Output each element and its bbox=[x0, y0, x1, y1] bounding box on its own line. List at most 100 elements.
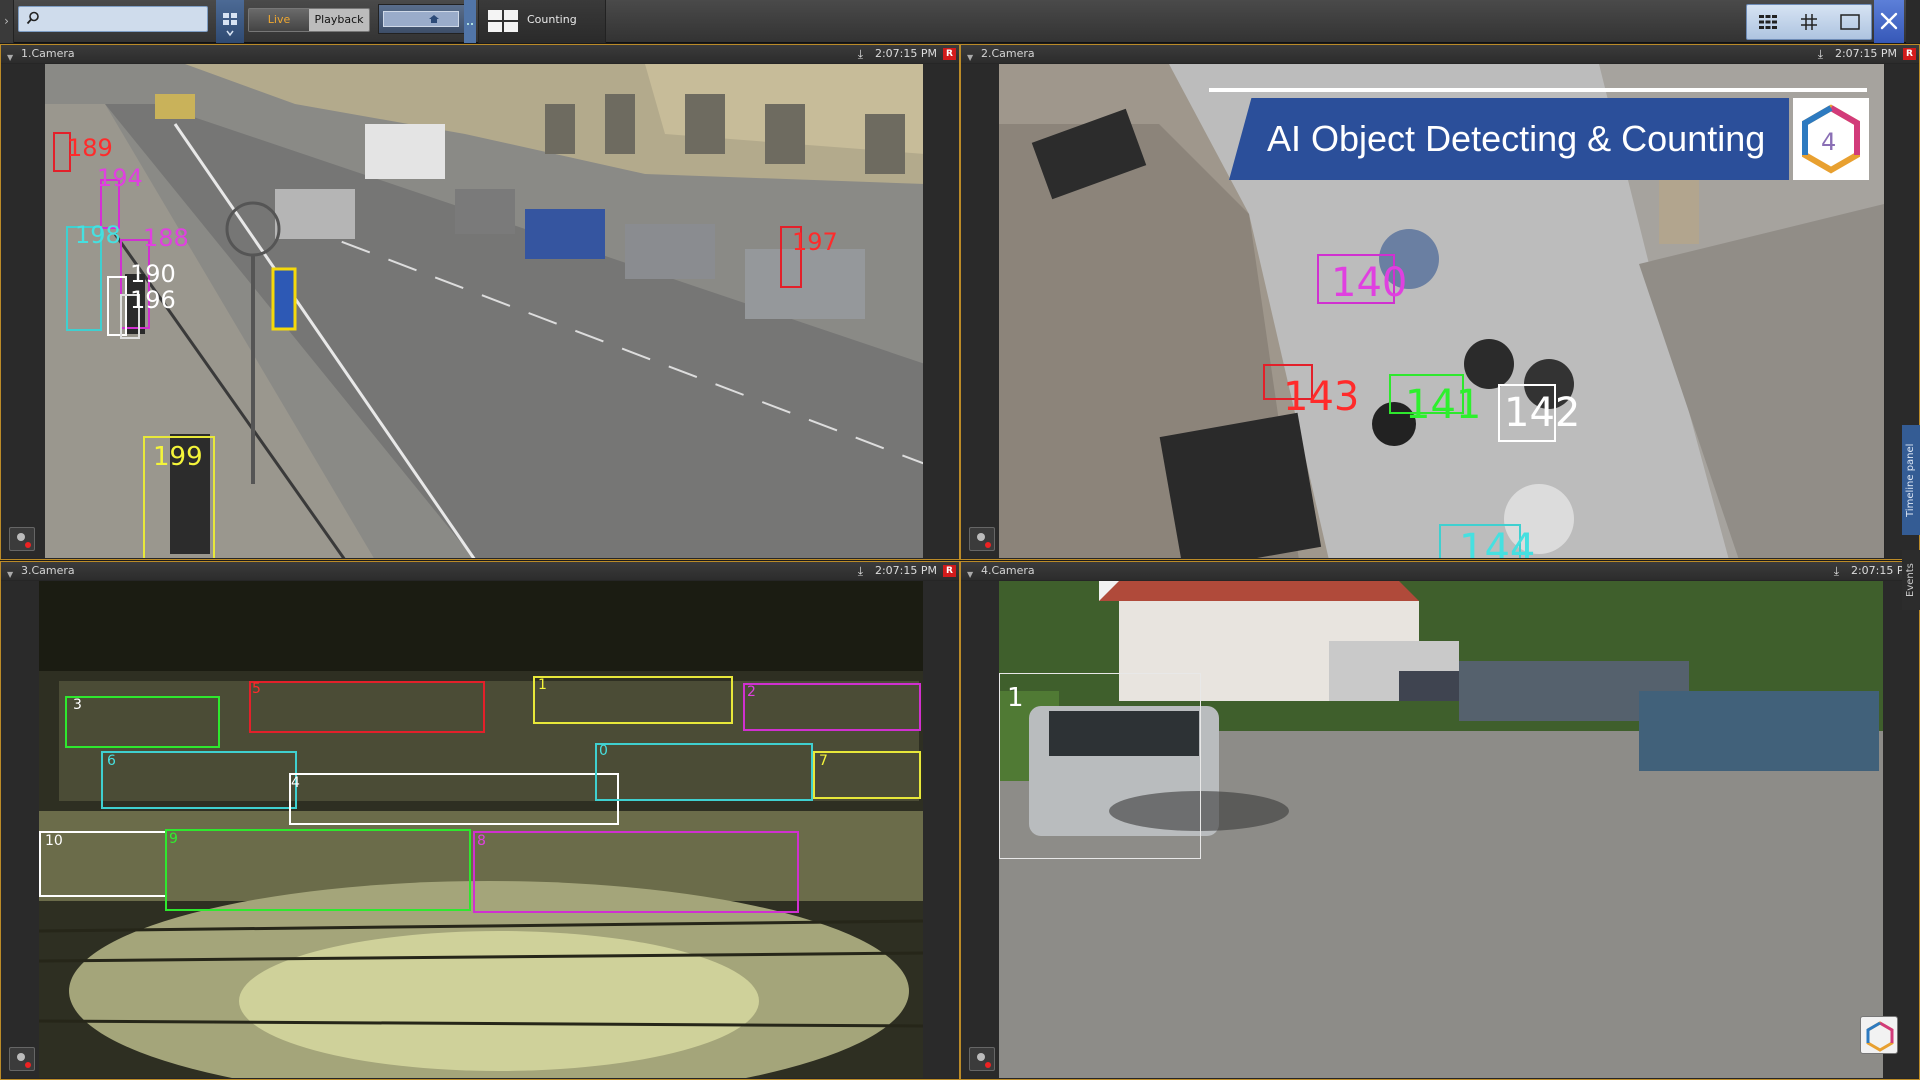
four-pane-layout-icon bbox=[488, 10, 518, 32]
wagon-box-0[interactable] bbox=[595, 743, 813, 801]
camera-video-feed[interactable]: 3 5 1 2 6 4 0 7 10 9 8 bbox=[39, 581, 924, 1078]
wagon-box-2[interactable] bbox=[743, 683, 921, 731]
timeline-panel-tab[interactable]: Timeline panel bbox=[1902, 425, 1920, 535]
layout-tab-label: Counting bbox=[527, 13, 577, 26]
events-panel-tab[interactable]: Events bbox=[1902, 550, 1920, 610]
hexagon-logo-icon: 4 bbox=[1802, 104, 1860, 174]
track-label: 189 bbox=[67, 134, 113, 162]
vehicle-track-box[interactable] bbox=[999, 673, 1201, 859]
wagon-box-1[interactable] bbox=[533, 676, 733, 724]
view-tools-group bbox=[1746, 4, 1872, 40]
download-arrow-icon[interactable]: ⤓ bbox=[1834, 562, 1839, 580]
wagon-label: 4 bbox=[291, 775, 300, 791]
camera-side-strip bbox=[1883, 581, 1919, 1078]
wagon-label: 9 bbox=[169, 831, 178, 847]
camera-tile-1[interactable]: ▼ 1.Camera ⤓ 2:07:15 PM R 189 194 198 18… bbox=[0, 44, 960, 560]
download-arrow-icon[interactable]: ⤓ bbox=[858, 45, 863, 63]
wagon-box-7[interactable] bbox=[813, 751, 921, 799]
layout-tab-counting[interactable]: Counting bbox=[478, 0, 606, 43]
wagon-label: 3 bbox=[73, 697, 82, 713]
camera-rec-icon bbox=[17, 533, 31, 548]
recording-indicator: R bbox=[943, 565, 956, 577]
main-toolbar: › Live Playback Counting bbox=[0, 0, 1920, 43]
home-icon bbox=[429, 15, 439, 23]
camera-tile-4[interactable]: ▼ 4.Camera ⤓ 2:07:15 PM 1 bbox=[960, 561, 1920, 1080]
wagon-box-6[interactable] bbox=[101, 751, 297, 809]
mode-switch: Live Playback bbox=[248, 8, 370, 32]
camera-time: 2:07:15 PM bbox=[1834, 47, 1897, 60]
video-banner bbox=[1209, 88, 1867, 92]
search-icon bbox=[26, 11, 39, 25]
camera-tile-header: ▼ 2.Camera ⤓ 2:07:15 PM R bbox=[961, 45, 1919, 63]
wagon-label: 5 bbox=[252, 681, 261, 697]
live-mode-button[interactable]: Live bbox=[249, 9, 309, 31]
camera-snapshot-button[interactable] bbox=[9, 527, 35, 551]
camera-name: 4.Camera bbox=[981, 564, 1035, 577]
camera-tile-header: ▼ 1.Camera ⤓ 2:07:15 PM R bbox=[1, 45, 959, 63]
camera-video-feed[interactable]: 189 194 198 188 190 196 197 199 bbox=[45, 64, 925, 558]
toolbar-separator bbox=[464, 0, 476, 43]
search-box[interactable] bbox=[18, 6, 208, 32]
camera-video-feed[interactable]: 1 bbox=[999, 581, 1884, 1078]
track-label: 199 bbox=[153, 442, 203, 472]
download-arrow-icon[interactable]: ⤓ bbox=[1818, 45, 1823, 63]
camera-name: 3.Camera bbox=[21, 564, 75, 577]
settings-tools-button[interactable] bbox=[1874, 0, 1904, 43]
camera-time: 2:07:15 PM bbox=[874, 47, 937, 60]
camera-side-strip bbox=[961, 64, 999, 558]
layout-preview-button[interactable] bbox=[378, 4, 468, 34]
camera-tile-2[interactable]: ▼ 2.Camera ⤓ 2:07:15 PM R AI Object Dete… bbox=[960, 44, 1920, 560]
search-input[interactable] bbox=[45, 10, 203, 28]
camera-snapshot-button[interactable] bbox=[969, 527, 995, 551]
camera-time: 2:07:15 PM bbox=[874, 564, 937, 577]
track-label: 142 bbox=[1504, 390, 1581, 436]
expand-panel-button[interactable]: › bbox=[0, 0, 14, 43]
wagon-box-9[interactable] bbox=[165, 829, 471, 911]
window-icon bbox=[1840, 14, 1861, 30]
camera-snapshot-button[interactable] bbox=[969, 1047, 995, 1071]
app-logo bbox=[1860, 1016, 1898, 1054]
camera-side-strip bbox=[923, 64, 959, 558]
hash-icon bbox=[1800, 14, 1817, 30]
fullscreen-button[interactable] bbox=[1836, 10, 1864, 34]
wagon-label: 10 bbox=[45, 833, 63, 849]
hash-grid-button[interactable] bbox=[1795, 10, 1823, 34]
camera-side-strip bbox=[961, 581, 999, 1078]
download-arrow-icon[interactable]: ⤓ bbox=[858, 562, 863, 580]
track-label: 143 bbox=[1283, 374, 1360, 420]
track-label: 197 bbox=[792, 228, 838, 256]
camera-tile-header: ▼ 3.Camera ⤓ 2:07:15 PM R bbox=[1, 562, 959, 580]
camera-grid-button[interactable] bbox=[216, 0, 244, 43]
track-label: 190 bbox=[130, 260, 176, 288]
track-label: 188 bbox=[143, 224, 189, 252]
camera-side-strip bbox=[1, 581, 39, 1078]
track-label: 144 bbox=[1459, 526, 1536, 558]
recording-indicator: R bbox=[943, 48, 956, 60]
tools-icon bbox=[1880, 12, 1898, 30]
camera-name: 1.Camera bbox=[21, 47, 75, 60]
camera-name: 2.Camera bbox=[981, 47, 1035, 60]
camera-tile-3[interactable]: ▼ 3.Camera ⤓ 2:07:15 PM R 3 5 1 2 6 4 0 … bbox=[0, 561, 960, 1080]
wagon-label: 1 bbox=[538, 677, 547, 693]
playback-mode-button[interactable]: Playback bbox=[309, 9, 369, 31]
wagon-label: 6 bbox=[107, 753, 116, 769]
wagon-box-4[interactable] bbox=[289, 773, 619, 825]
wagon-box-8[interactable] bbox=[473, 831, 799, 913]
svg-text:4: 4 bbox=[1821, 128, 1836, 156]
camera-snapshot-button[interactable] bbox=[9, 1047, 35, 1071]
wagon-label: 7 bbox=[819, 753, 828, 769]
camera-rec-icon bbox=[977, 533, 991, 548]
grid-view-button[interactable] bbox=[1754, 10, 1782, 34]
track-label: 140 bbox=[1331, 260, 1408, 306]
camera-video-feed[interactable]: AI Object Detecting & Counting 4 140 143… bbox=[999, 64, 1884, 558]
toolbar-scroll-strip[interactable] bbox=[1906, 0, 1920, 43]
grid-view-icon bbox=[1758, 15, 1777, 29]
brand-logo: 4 bbox=[1793, 98, 1869, 180]
camera-tile-header: ▼ 4.Camera ⤓ 2:07:15 PM bbox=[961, 562, 1919, 580]
wagon-label: 2 bbox=[747, 684, 756, 700]
wagon-box-5[interactable] bbox=[249, 681, 485, 733]
track-label: 1 bbox=[1007, 683, 1024, 713]
wagon-box-3[interactable] bbox=[65, 696, 220, 748]
wagon-label: 0 bbox=[599, 743, 608, 759]
track-label: 194 bbox=[97, 164, 143, 192]
